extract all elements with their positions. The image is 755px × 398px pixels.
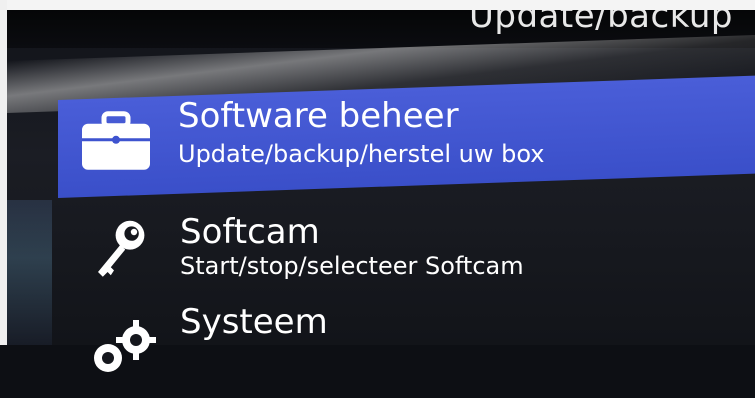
menu-item-software-beheer[interactable]: Software beheer Update/backup/herstel uw… xyxy=(58,75,755,198)
menu-item-systeem[interactable]: Systeem xyxy=(58,300,755,398)
photo-border-top xyxy=(0,0,755,10)
photo-border-left xyxy=(0,0,7,345)
gears-icon xyxy=(94,320,156,372)
menu-item-label: Software beheer xyxy=(178,95,459,136)
menu-item-softcam[interactable]: Softcam Start/stop/selecteer Softcam xyxy=(58,208,755,306)
main-menu: Software beheer Update/backup/herstel uw… xyxy=(0,0,755,372)
tv-screen: Update/backup Software beheer Update/bac… xyxy=(0,0,755,372)
menu-item-sublabel: Start/stop/selecteer Softcam xyxy=(180,252,524,280)
menu-item-sublabel: Update/backup/herstel uw box xyxy=(178,139,545,168)
briefcase-icon xyxy=(82,111,150,170)
menu-item-label: Systeem xyxy=(180,302,328,342)
key-icon xyxy=(98,220,145,277)
menu-item-label: Softcam xyxy=(180,212,320,252)
